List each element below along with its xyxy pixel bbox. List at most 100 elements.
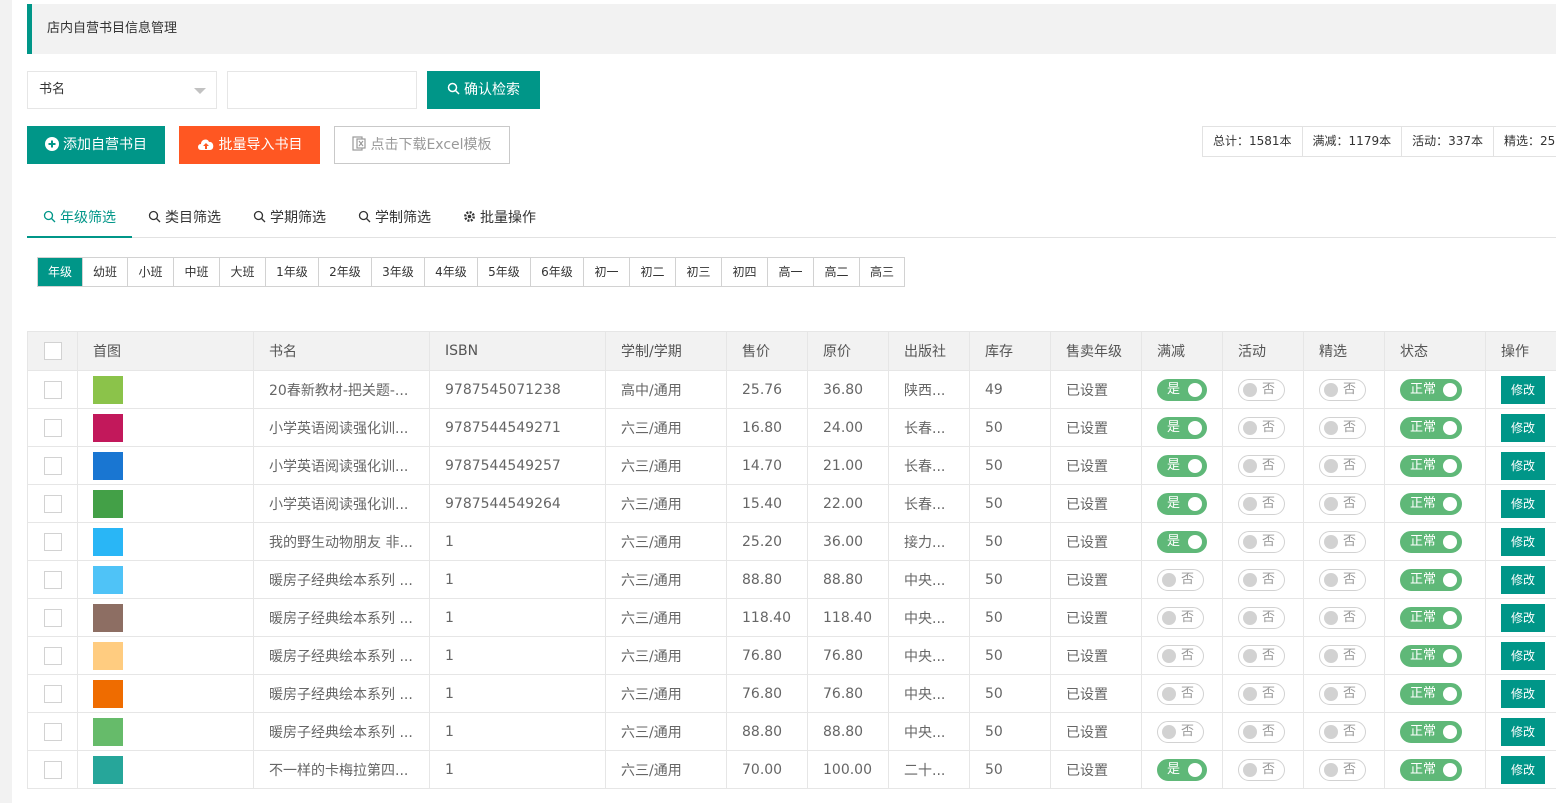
book-cover-thumbnail[interactable] <box>93 717 123 746</box>
manjian-toggle[interactable]: 是 <box>1157 758 1207 781</box>
manjian-toggle[interactable]: 是 <box>1157 454 1207 477</box>
book-cover-thumbnail[interactable] <box>93 375 123 404</box>
featured-toggle[interactable]: 否 <box>1319 530 1366 553</box>
activity-toggle[interactable]: 否 <box>1238 530 1285 553</box>
edit-button[interactable]: 修改 <box>1501 679 1545 708</box>
featured-toggle[interactable]: 否 <box>1319 720 1366 743</box>
status-toggle[interactable]: 正常 <box>1400 530 1462 553</box>
activity-toggle[interactable]: 否 <box>1238 416 1285 439</box>
sale-grade-cell[interactable]: 已设置 <box>1050 674 1142 713</box>
featured-toggle[interactable]: 否 <box>1319 492 1366 515</box>
status-toggle[interactable]: 正常 <box>1400 644 1462 667</box>
featured-toggle[interactable]: 否 <box>1319 644 1366 667</box>
grade-option-2[interactable]: 小班 <box>128 258 174 286</box>
featured-toggle[interactable]: 否 <box>1319 606 1366 629</box>
book-cover-thumbnail[interactable] <box>93 603 123 632</box>
activity-toggle[interactable]: 否 <box>1238 492 1285 515</box>
tab-3[interactable]: 学制筛选 <box>342 199 447 237</box>
book-cover-thumbnail[interactable] <box>93 527 123 556</box>
book-cover-thumbnail[interactable] <box>93 489 123 518</box>
row-checkbox[interactable] <box>43 570 62 589</box>
select-all-checkbox[interactable] <box>43 342 62 360</box>
book-cover-thumbnail[interactable] <box>93 755 123 784</box>
status-toggle[interactable]: 正常 <box>1400 720 1462 743</box>
row-checkbox[interactable] <box>43 494 62 513</box>
grade-option-8[interactable]: 4年级 <box>425 258 478 286</box>
row-checkbox[interactable] <box>43 532 62 551</box>
sale-grade-cell[interactable]: 已设置 <box>1050 636 1142 675</box>
activity-toggle[interactable]: 否 <box>1238 568 1285 591</box>
sale-grade-cell[interactable]: 已设置 <box>1050 712 1142 751</box>
tab-4[interactable]: 批量操作 <box>447 199 552 237</box>
row-checkbox[interactable] <box>43 684 62 703</box>
grade-option-9[interactable]: 5年级 <box>478 258 531 286</box>
book-cover-thumbnail[interactable] <box>93 641 123 670</box>
row-checkbox[interactable] <box>43 608 62 627</box>
grade-option-16[interactable]: 高二 <box>814 258 860 286</box>
edit-button[interactable]: 修改 <box>1501 451 1545 480</box>
grade-option-17[interactable]: 高三 <box>860 258 904 286</box>
status-toggle[interactable]: 正常 <box>1400 682 1462 705</box>
manjian-toggle[interactable]: 否 <box>1157 606 1204 629</box>
grade-option-3[interactable]: 中班 <box>174 258 220 286</box>
grade-option-5[interactable]: 1年级 <box>266 258 319 286</box>
edit-button[interactable]: 修改 <box>1501 717 1545 746</box>
activity-toggle[interactable]: 否 <box>1238 378 1285 401</box>
status-toggle[interactable]: 正常 <box>1400 568 1462 591</box>
search-submit-button[interactable]: 确认检索 <box>427 71 540 109</box>
book-cover-thumbnail[interactable] <box>93 565 123 594</box>
manjian-toggle[interactable]: 是 <box>1157 530 1207 553</box>
grade-option-11[interactable]: 初一 <box>584 258 630 286</box>
featured-toggle[interactable]: 否 <box>1319 454 1366 477</box>
sale-grade-cell[interactable]: 已设置 <box>1050 522 1142 561</box>
manjian-toggle[interactable]: 否 <box>1157 682 1204 705</box>
activity-toggle[interactable]: 否 <box>1238 606 1285 629</box>
edit-button[interactable]: 修改 <box>1501 527 1545 556</box>
featured-toggle[interactable]: 否 <box>1319 758 1366 781</box>
grade-option-7[interactable]: 3年级 <box>372 258 425 286</box>
edit-button[interactable]: 修改 <box>1501 603 1545 632</box>
tab-2[interactable]: 学期筛选 <box>237 199 342 237</box>
edit-button[interactable]: 修改 <box>1501 375 1545 404</box>
activity-toggle[interactable]: 否 <box>1238 720 1285 743</box>
edit-button[interactable]: 修改 <box>1501 489 1545 518</box>
grade-option-13[interactable]: 初三 <box>676 258 722 286</box>
status-toggle[interactable]: 正常 <box>1400 758 1462 781</box>
status-toggle[interactable]: 正常 <box>1400 378 1462 401</box>
grade-option-6[interactable]: 2年级 <box>319 258 372 286</box>
batch-import-button[interactable]: 批量导入书目 <box>179 126 320 164</box>
row-checkbox[interactable] <box>43 380 62 399</box>
edit-button[interactable]: 修改 <box>1501 641 1545 670</box>
row-checkbox[interactable] <box>43 722 62 741</box>
status-toggle[interactable]: 正常 <box>1400 416 1462 439</box>
book-cover-thumbnail[interactable] <box>93 679 123 708</box>
download-template-button[interactable]: 点击下载Excel模板 <box>334 126 510 164</box>
tab-0[interactable]: 年级筛选 <box>27 199 132 238</box>
grade-option-0[interactable]: 年级 <box>38 258 83 286</box>
grade-option-4[interactable]: 大班 <box>220 258 266 286</box>
featured-toggle[interactable]: 否 <box>1319 416 1366 439</box>
sale-grade-cell[interactable]: 已设置 <box>1050 750 1142 789</box>
tab-1[interactable]: 类目筛选 <box>132 199 237 237</box>
activity-toggle[interactable]: 否 <box>1238 454 1285 477</box>
sale-grade-cell[interactable]: 已设置 <box>1050 446 1142 485</box>
row-checkbox[interactable] <box>43 646 62 665</box>
grade-option-1[interactable]: 幼班 <box>83 258 128 286</box>
status-toggle[interactable]: 正常 <box>1400 606 1462 629</box>
sale-grade-cell[interactable]: 已设置 <box>1050 560 1142 599</box>
grade-option-14[interactable]: 初四 <box>722 258 768 286</box>
grade-option-10[interactable]: 6年级 <box>531 258 584 286</box>
manjian-toggle[interactable]: 是 <box>1157 492 1207 515</box>
edit-button[interactable]: 修改 <box>1501 413 1545 442</box>
manjian-toggle[interactable]: 是 <box>1157 378 1207 401</box>
status-toggle[interactable]: 正常 <box>1400 454 1462 477</box>
manjian-toggle[interactable]: 否 <box>1157 720 1204 743</box>
manjian-toggle[interactable]: 否 <box>1157 568 1204 591</box>
sale-grade-cell[interactable]: 已设置 <box>1050 598 1142 637</box>
featured-toggle[interactable]: 否 <box>1319 568 1366 591</box>
featured-toggle[interactable]: 否 <box>1319 682 1366 705</box>
search-field-select[interactable]: 书名 <box>27 71 217 109</box>
edit-button[interactable]: 修改 <box>1501 565 1545 594</box>
sale-grade-cell[interactable]: 已设置 <box>1050 484 1142 523</box>
row-checkbox[interactable] <box>43 760 62 779</box>
